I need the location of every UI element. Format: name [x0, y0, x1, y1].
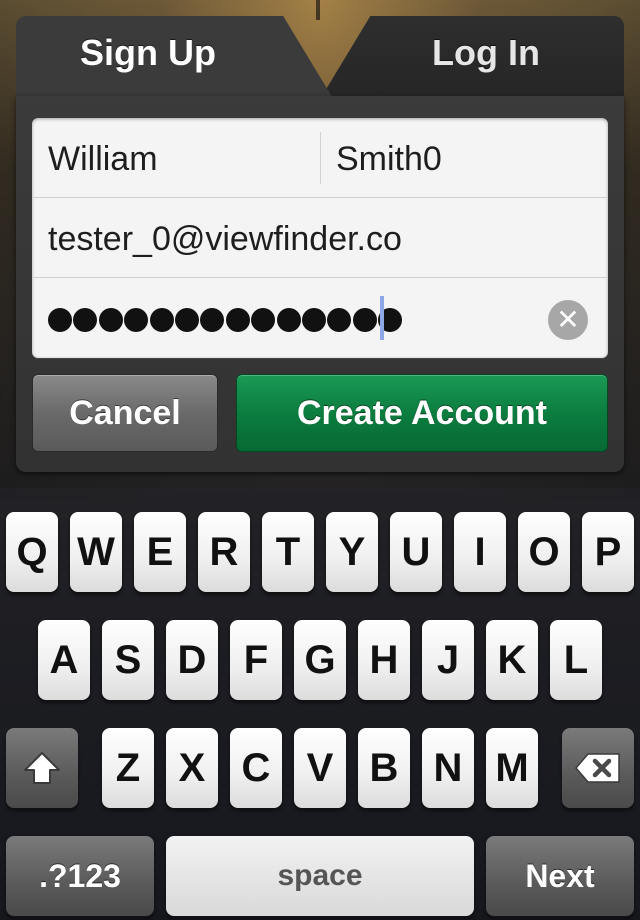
password-dot — [200, 308, 225, 332]
password-dot — [327, 308, 352, 332]
key-t[interactable]: T — [262, 512, 314, 592]
last-name-field[interactable]: Smith0 — [336, 140, 442, 179]
background-tower — [316, 0, 320, 20]
create-account-button[interactable]: Create Account — [236, 374, 608, 452]
key-a[interactable]: A — [38, 620, 90, 700]
shift-key[interactable] — [6, 728, 78, 808]
email-field[interactable]: tester_0@viewfinder.co — [48, 220, 402, 259]
space-key[interactable]: space — [166, 836, 474, 916]
key-b[interactable]: B — [358, 728, 410, 808]
keyboard: Q W E R T Y U I O P A S D F G H J K L Z … — [0, 488, 640, 920]
password-dot — [149, 308, 174, 332]
email-row: tester_0@viewfinder.co — [32, 198, 608, 278]
name-divider — [320, 132, 321, 184]
numbers-key[interactable]: .?123 — [6, 836, 154, 916]
key-w[interactable]: W — [70, 512, 122, 592]
shift-icon — [24, 752, 60, 784]
key-s[interactable]: S — [102, 620, 154, 700]
password-dot — [48, 308, 72, 332]
password-dot — [276, 308, 301, 332]
key-o[interactable]: O — [518, 512, 570, 592]
key-i[interactable]: I — [454, 512, 506, 592]
key-n[interactable]: N — [422, 728, 474, 808]
password-dot — [301, 308, 326, 332]
key-d[interactable]: D — [166, 620, 218, 700]
key-r[interactable]: R — [198, 512, 250, 592]
password-dot — [352, 308, 377, 332]
key-z[interactable]: Z — [102, 728, 154, 808]
key-c[interactable]: C — [230, 728, 282, 808]
password-field[interactable]: ✕ — [32, 278, 608, 358]
password-dot — [73, 308, 98, 332]
backspace-icon — [575, 753, 620, 783]
key-e[interactable]: E — [134, 512, 186, 592]
key-l[interactable]: L — [550, 620, 602, 700]
password-dot — [251, 308, 276, 332]
cancel-button[interactable]: Cancel — [32, 374, 218, 452]
password-dot — [124, 308, 149, 332]
tab-signup-label[interactable]: Sign Up — [80, 32, 216, 74]
key-f[interactable]: F — [230, 620, 282, 700]
password-dot — [98, 308, 123, 332]
key-h[interactable]: H — [358, 620, 410, 700]
name-row: William Smith0 — [32, 118, 608, 198]
key-q[interactable]: Q — [6, 512, 58, 592]
text-caret — [380, 296, 384, 340]
password-dot — [174, 308, 199, 332]
next-key[interactable]: Next — [486, 836, 634, 916]
key-p[interactable]: P — [582, 512, 634, 592]
signup-form-fields: William Smith0 tester_0@viewfinder.co ✕ — [32, 118, 608, 358]
key-g[interactable]: G — [294, 620, 346, 700]
key-j[interactable]: J — [422, 620, 474, 700]
backspace-key[interactable] — [562, 728, 634, 808]
password-dots — [48, 308, 403, 334]
key-x[interactable]: X — [166, 728, 218, 808]
tab-login-label[interactable]: Log In — [432, 32, 540, 74]
key-u[interactable]: U — [390, 512, 442, 592]
key-m[interactable]: M — [486, 728, 538, 808]
clear-icon[interactable]: ✕ — [548, 300, 588, 340]
key-v[interactable]: V — [294, 728, 346, 808]
password-dot — [225, 308, 250, 332]
key-k[interactable]: K — [486, 620, 538, 700]
first-name-field[interactable]: William — [48, 140, 158, 179]
key-y[interactable]: Y — [326, 512, 378, 592]
